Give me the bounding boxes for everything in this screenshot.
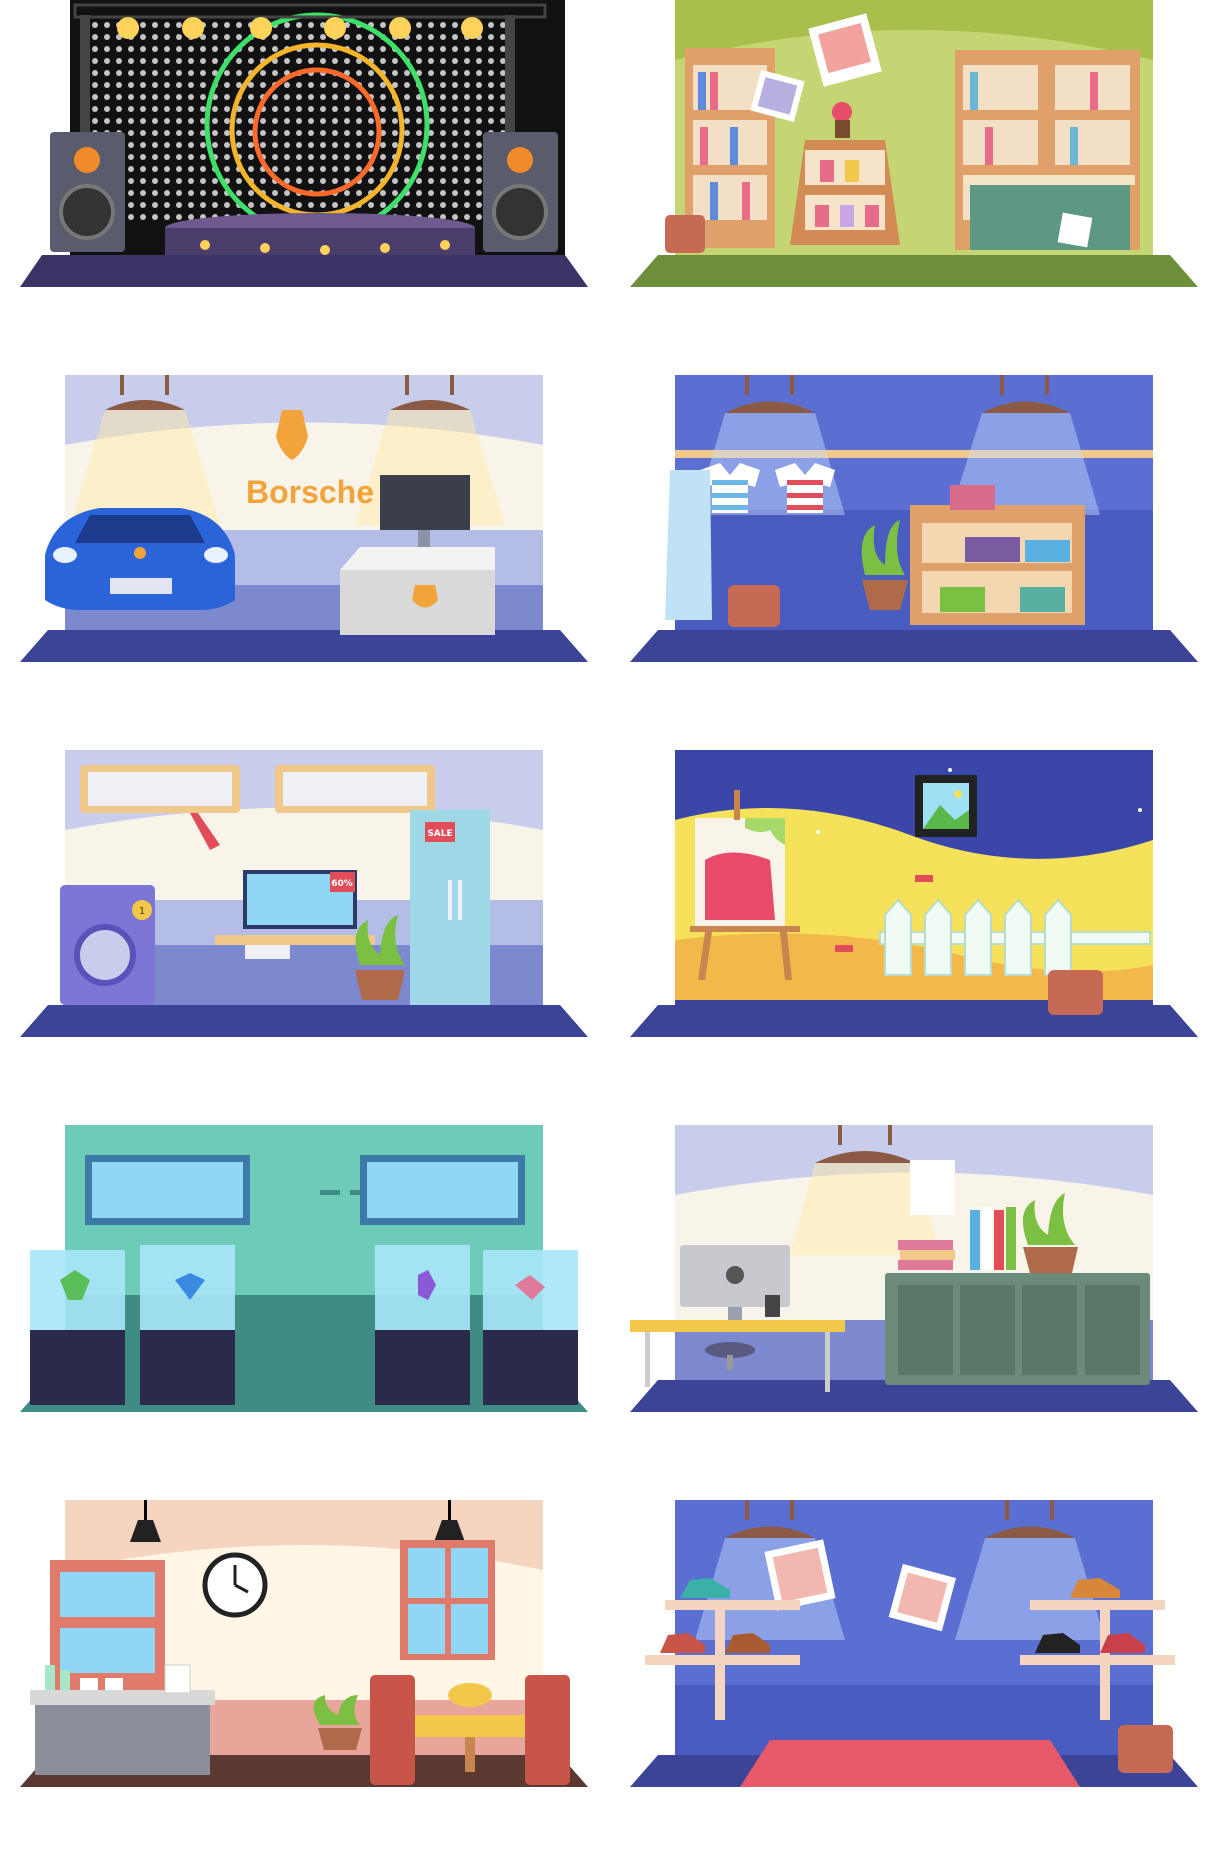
air-conditioner-right <box>275 765 435 813</box>
stool <box>665 215 705 253</box>
picture-frame <box>915 775 977 837</box>
stool <box>728 585 780 627</box>
display-case-purple-gem <box>375 1245 470 1405</box>
brand-name: Borsche <box>246 474 374 510</box>
scene-bookstore <box>630 0 1198 287</box>
appliance-store-illustration: 1 60% SALE <box>20 750 588 1037</box>
booth-seating <box>370 1675 570 1785</box>
floor <box>630 630 1198 662</box>
floor <box>20 1005 588 1037</box>
blue-sports-car <box>45 508 235 610</box>
shoe-store-illustration <box>630 1500 1198 1787</box>
poster-left <box>764 1539 836 1611</box>
svg-text:60%: 60% <box>331 879 353 889</box>
art-studio-illustration <box>630 750 1198 1037</box>
cafe-table <box>415 1715 525 1737</box>
scene-clothing-store <box>630 375 1198 662</box>
red-carpet <box>740 1740 1080 1787</box>
floor <box>20 255 588 287</box>
fruit-bowl <box>448 1683 492 1707</box>
refrigerator: SALE <box>410 810 490 1005</box>
counter-desk <box>970 180 1130 250</box>
scene-shoe-store <box>630 1500 1198 1787</box>
floor <box>630 1005 1198 1037</box>
jewelry-store-illustration <box>20 1125 588 1412</box>
window <box>400 1540 495 1660</box>
svg-text:SALE: SALE <box>427 829 452 839</box>
scene-stage <box>20 0 588 287</box>
mirror <box>665 470 712 620</box>
pen-holder <box>765 1295 780 1317</box>
scene-jewelry-store <box>20 1125 588 1412</box>
office-illustration <box>630 1125 1198 1412</box>
wall-display-left <box>85 1155 250 1225</box>
scene-car-showroom: Borsche <box>20 375 588 662</box>
wall-chart <box>910 1160 955 1215</box>
storage-cabinet <box>885 1273 1150 1385</box>
wall-clock-icon <box>202 1552 268 1618</box>
washing-machine: 1 <box>60 885 155 1005</box>
scene-cafe <box>20 1500 588 1787</box>
display-case-pink-gem <box>483 1250 578 1405</box>
cafe-illustration <box>20 1500 588 1787</box>
svg-text:1: 1 <box>139 906 145 917</box>
scene-appliance-store: 1 60% SALE <box>20 750 588 1037</box>
floor <box>20 630 588 662</box>
stage-illustration <box>20 0 588 287</box>
wall-display-right <box>360 1155 525 1225</box>
display-case-green-gem <box>30 1250 125 1405</box>
scene-art-studio <box>630 750 1198 1037</box>
air-conditioner-left <box>80 765 240 813</box>
display-case-blue-gem <box>140 1245 235 1405</box>
display-stand <box>790 140 900 245</box>
bookstore-illustration <box>630 0 1198 287</box>
wooden-shelf <box>910 485 1085 625</box>
reception-desk <box>340 547 495 635</box>
apple-logo-icon <box>726 1266 744 1284</box>
car-showroom-illustration: Borsche <box>20 375 588 662</box>
floor <box>630 255 1198 287</box>
book-stack <box>898 1240 955 1270</box>
scene-office <box>630 1125 1198 1412</box>
stool <box>1048 970 1103 1015</box>
flower-pot <box>832 102 852 122</box>
clothing-store-illustration <box>630 375 1198 662</box>
stool <box>1118 1725 1173 1773</box>
